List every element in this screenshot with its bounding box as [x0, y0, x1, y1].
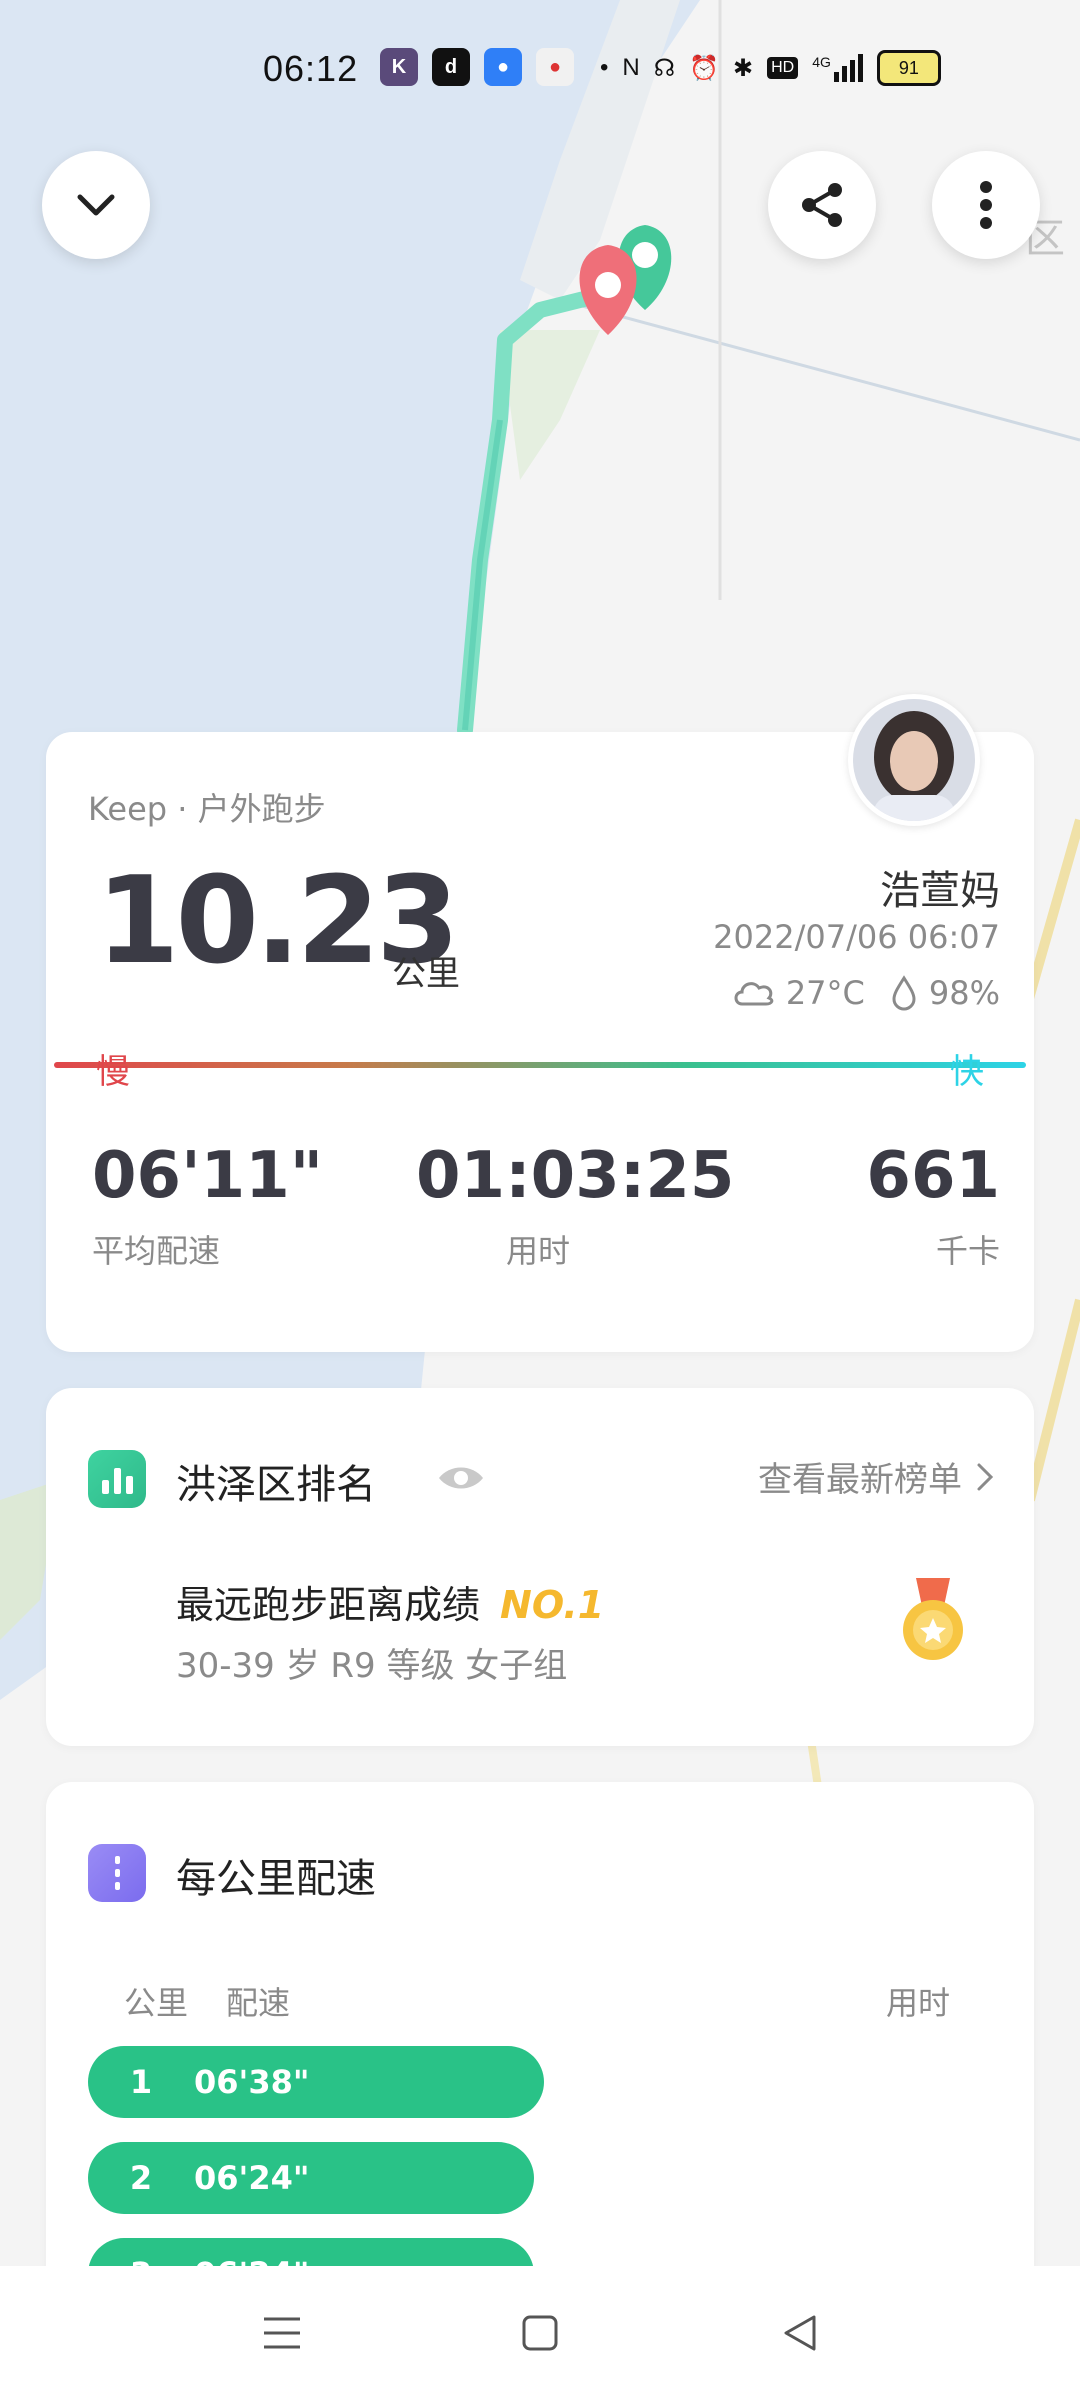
- ranking-chart-icon: [88, 1450, 146, 1508]
- collapse-button[interactable]: [42, 151, 150, 259]
- avg-pace-value: 06'11": [92, 1139, 324, 1213]
- ranking-card[interactable]: 洪泽区排名 查看最新榜单 最远跑步距离成绩 NO.1 30-39 岁 R9 等级…: [46, 1388, 1034, 1746]
- pace-header-time: 用时: [885, 1984, 950, 2022]
- slow-label: 慢: [96, 1052, 130, 1092]
- duration-value: 01:03:25: [416, 1139, 735, 1213]
- pace-row-km: 1: [129, 2063, 153, 2101]
- username: 浩萱妈: [880, 868, 1000, 914]
- headphones-icon: ☊: [653, 54, 676, 82]
- more-vertical-icon: [980, 181, 992, 229]
- du-app-icon: d: [432, 48, 470, 86]
- status-time: 06:12: [263, 48, 359, 89]
- status-bar: 06:12 K d ● ● • N ☊ ⏰ ✱ HD 4G 91: [0, 0, 1080, 140]
- chevron-down-icon: [77, 194, 115, 216]
- more-button[interactable]: [932, 151, 1040, 259]
- run-source: Keep · 户外跑步: [88, 790, 326, 828]
- keep-app-icon: K: [380, 48, 418, 86]
- distance-unit: 公里: [392, 954, 460, 994]
- pace-title: 每公里配速: [176, 1856, 376, 1902]
- network-label: 4G: [812, 54, 831, 70]
- battery-level: 91: [898, 57, 919, 78]
- temperature: 27°C: [785, 974, 865, 1012]
- stat-avg-pace: 06'11" 平均配速: [92, 1144, 323, 1272]
- pace-row-km: 2: [129, 2159, 153, 2197]
- pace-card: 每公里配速 公里 配速 用时 1 06'38" 2 06'24" 3 06'24…: [46, 1782, 1034, 2342]
- system-nav-bar: [0, 2266, 1080, 2400]
- pace-icon: [88, 1844, 146, 1902]
- humidity-drop-icon: [892, 975, 916, 1011]
- chevron-right-icon: [977, 1463, 994, 1490]
- rank-badge: NO.1: [500, 1583, 605, 1627]
- avg-pace-label: 平均配速: [92, 1232, 221, 1270]
- humidity: 98%: [928, 974, 1000, 1012]
- run-datetime: 2022/07/06 06:07: [713, 918, 1000, 956]
- pace-row: 1 06'38": [88, 2046, 544, 2118]
- ranking-group: 30-39 岁 R9 等级 女子组: [176, 1646, 568, 1686]
- calories-label: 千卡: [935, 1232, 1000, 1270]
- hd-icon: HD: [767, 57, 799, 79]
- alarm-icon: ⏰: [689, 54, 719, 82]
- home-icon[interactable]: [520, 2313, 560, 2353]
- eye-icon[interactable]: [436, 1462, 486, 1494]
- run-summary-card: Keep · 户外跑步 10.23 公里 浩萱妈 2022/07/06 06:0…: [46, 732, 1034, 1352]
- back-icon[interactable]: [780, 2313, 820, 2353]
- pace-row-pace: 06'24": [194, 2159, 310, 2197]
- view-leaderboard-link[interactable]: 查看最新榜单: [758, 1452, 994, 1501]
- view-leaderboard-label: 查看最新榜单: [758, 1460, 962, 1500]
- nfc-icon: N: [622, 54, 640, 81]
- ranking-title: 洪泽区排名: [176, 1462, 376, 1508]
- chat-app-icon: ●: [484, 48, 522, 86]
- cloud-icon: [734, 982, 774, 1006]
- stat-duration: 01:03:25 用时: [416, 1139, 735, 1272]
- avatar[interactable]: [848, 694, 980, 826]
- pace-row: 2 06'24": [88, 2142, 534, 2214]
- dot-icon: •: [600, 54, 609, 81]
- baidu-app-icon: ●: [536, 48, 574, 86]
- pace-gradient-bar: [54, 1062, 1026, 1068]
- pace-header-km: 公里: [124, 1984, 189, 2022]
- achievement-row: 最远跑步距离成绩 NO.1: [176, 1574, 604, 1629]
- user-photo: [853, 699, 975, 821]
- stat-calories: 661 千卡: [866, 1144, 1000, 1272]
- achievement-text: 最远跑步距离成绩: [176, 1583, 481, 1627]
- duration-label: 用时: [506, 1232, 571, 1270]
- pace-row-pace: 06'38": [194, 2063, 310, 2101]
- signal-icon: 4G: [812, 54, 863, 82]
- weather-row: 27°C 98%: [732, 974, 1000, 1012]
- battery-icon: 91: [876, 50, 941, 86]
- menu-icon[interactable]: [260, 2313, 304, 2353]
- medal-icon: [903, 1578, 963, 1660]
- bluetooth-icon: ✱: [732, 54, 754, 82]
- share-icon: [802, 183, 842, 227]
- calories-value: 661: [866, 1139, 1000, 1213]
- share-button[interactable]: [768, 151, 876, 259]
- pace-header-pace: 配速: [226, 1984, 291, 2022]
- fast-label: 快: [950, 1052, 984, 1092]
